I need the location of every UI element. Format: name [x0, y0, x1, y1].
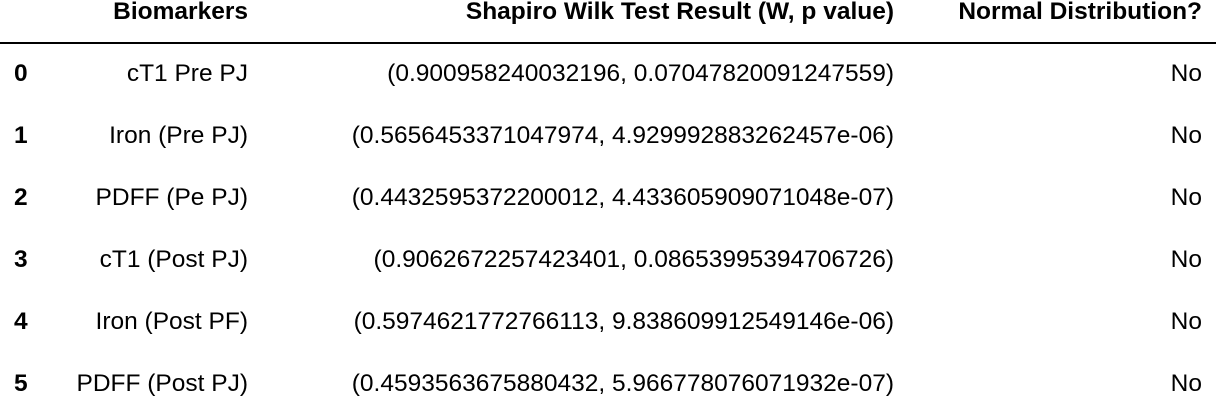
normal-distribution-cell: No — [1170, 183, 1202, 211]
shapiro-wilk-result-cell: (0.4432595372200012, 4.433605909071048e-… — [351, 183, 894, 211]
shapiro-wilk-result-cell: (0.9062672257423401, 0.08653995394706726… — [373, 245, 894, 273]
normal-distribution-cell: No — [1170, 60, 1202, 88]
normal-distribution-cell: No — [1170, 307, 1202, 335]
table-row: 5 PDFF (Post PJ) (0.4593563675880432, 5.… — [0, 353, 1216, 415]
shapiro-wilk-result-cell: (0.5974621772766113, 9.838609912549146e-… — [353, 307, 894, 335]
row-index: 0 — [14, 60, 28, 88]
column-header-shapiro-wilk: Shapiro Wilk Test Result (W, p value) — [262, 0, 908, 44]
row-index: 3 — [14, 245, 28, 273]
shapiro-wilk-result-cell: (0.4593563675880432, 5.966778076071932e-… — [351, 369, 894, 397]
row-index: 5 — [14, 369, 28, 397]
dataframe-table: Biomarkers Shapiro Wilk Test Result (W, … — [0, 0, 1216, 415]
row-index: 2 — [14, 183, 28, 211]
normal-distribution-cell: No — [1170, 245, 1202, 273]
table-row: 3 cT1 (Post PJ) (0.9062672257423401, 0.0… — [0, 229, 1216, 291]
normal-distribution-cell: No — [1170, 369, 1202, 397]
table-body: 0 cT1 Pre PJ (0.900958240032196, 0.07047… — [0, 43, 1216, 415]
biomarker-cell: Iron (Post PF) — [95, 307, 248, 335]
row-index: 1 — [14, 121, 28, 149]
table-row: 1 Iron (Pre PJ) (0.5656453371047974, 4.9… — [0, 105, 1216, 167]
row-index: 4 — [14, 307, 28, 335]
normal-distribution-cell: No — [1170, 121, 1202, 149]
biomarker-cell: PDFF (Pe PJ) — [95, 183, 248, 211]
index-header — [0, 0, 40, 44]
shapiro-wilk-result-cell: (0.5656453371047974, 4.929992883262457e-… — [351, 121, 894, 149]
table-row: 4 Iron (Post PF) (0.5974621772766113, 9.… — [0, 291, 1216, 353]
column-header-normal-distribution: Normal Distribution? — [908, 0, 1216, 44]
table-header: Biomarkers Shapiro Wilk Test Result (W, … — [0, 0, 1216, 44]
column-header-biomarkers: Biomarkers — [40, 0, 262, 44]
table-row: 0 cT1 Pre PJ (0.900958240032196, 0.07047… — [0, 43, 1216, 105]
header-row: Biomarkers Shapiro Wilk Test Result (W, … — [0, 0, 1216, 44]
biomarker-cell: PDFF (Post PJ) — [76, 369, 248, 397]
biomarker-cell: cT1 Pre PJ — [126, 60, 248, 88]
shapiro-wilk-result-cell: (0.900958240032196, 0.07047820091247559) — [387, 60, 894, 88]
biomarker-cell: Iron (Pre PJ) — [109, 121, 248, 149]
biomarker-cell: cT1 (Post PJ) — [99, 245, 248, 273]
table-row: 2 PDFF (Pe PJ) (0.4432595372200012, 4.43… — [0, 167, 1216, 229]
